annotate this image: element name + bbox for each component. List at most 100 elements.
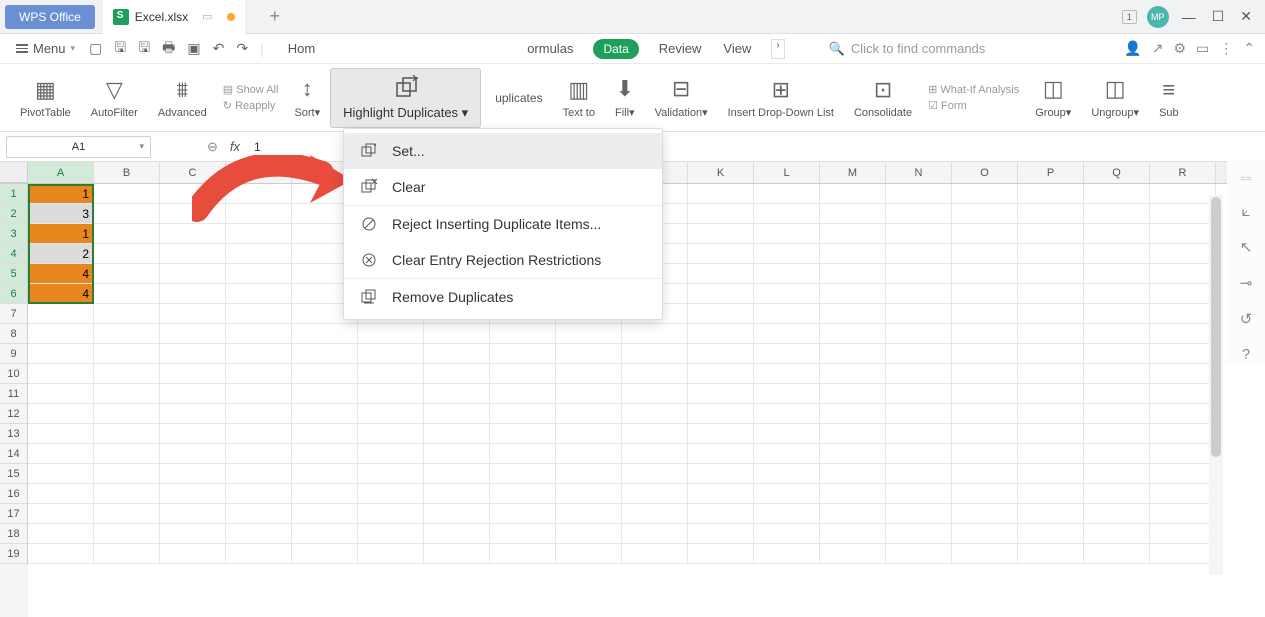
cell[interactable] bbox=[424, 444, 490, 464]
cell[interactable] bbox=[1150, 364, 1216, 384]
save-icon[interactable]: 🖫 bbox=[110, 37, 130, 61]
cell[interactable] bbox=[1084, 444, 1150, 464]
cell[interactable] bbox=[94, 484, 160, 504]
cell[interactable] bbox=[28, 304, 94, 324]
cell[interactable] bbox=[556, 364, 622, 384]
form-button[interactable]: ☑ Form bbox=[928, 99, 1019, 112]
column-header[interactable]: P bbox=[1018, 162, 1084, 183]
cell[interactable] bbox=[622, 544, 688, 564]
cell[interactable] bbox=[160, 364, 226, 384]
cell[interactable] bbox=[226, 264, 292, 284]
row-header[interactable]: 7 bbox=[0, 304, 28, 324]
cell[interactable] bbox=[1150, 424, 1216, 444]
cell[interactable] bbox=[688, 524, 754, 544]
function-icon[interactable]: fx bbox=[224, 139, 246, 154]
cell[interactable] bbox=[754, 264, 820, 284]
cell[interactable] bbox=[226, 524, 292, 544]
row-header[interactable]: 15 bbox=[0, 464, 28, 484]
cell[interactable] bbox=[160, 544, 226, 564]
cell[interactable] bbox=[754, 484, 820, 504]
cell[interactable] bbox=[1084, 404, 1150, 424]
cell[interactable] bbox=[622, 384, 688, 404]
menu-clear[interactable]: Clear bbox=[344, 169, 662, 205]
cell[interactable] bbox=[292, 544, 358, 564]
cell[interactable] bbox=[952, 224, 1018, 244]
save-as-icon[interactable]: 🖫 bbox=[134, 37, 154, 61]
cell[interactable]: 4 bbox=[28, 264, 94, 284]
cell[interactable] bbox=[754, 384, 820, 404]
cell[interactable] bbox=[160, 224, 226, 244]
cell[interactable] bbox=[1150, 324, 1216, 344]
cell[interactable] bbox=[1150, 484, 1216, 504]
row-header[interactable]: 18 bbox=[0, 524, 28, 544]
cell[interactable] bbox=[226, 324, 292, 344]
cell[interactable] bbox=[358, 504, 424, 524]
cell[interactable] bbox=[358, 524, 424, 544]
cell[interactable] bbox=[424, 424, 490, 444]
ungroup-button[interactable]: ◫Ungroup▾ bbox=[1081, 68, 1149, 128]
cell[interactable] bbox=[1018, 304, 1084, 324]
undo-icon[interactable]: ↶ bbox=[209, 40, 229, 57]
cell[interactable] bbox=[94, 384, 160, 404]
cell[interactable] bbox=[1018, 184, 1084, 204]
row-header[interactable]: 17 bbox=[0, 504, 28, 524]
cell[interactable] bbox=[688, 224, 754, 244]
cell[interactable] bbox=[886, 304, 952, 324]
row-header[interactable]: 9 bbox=[0, 344, 28, 364]
cell[interactable] bbox=[292, 404, 358, 424]
cell[interactable] bbox=[160, 384, 226, 404]
row-header[interactable]: 13 bbox=[0, 424, 28, 444]
cell[interactable] bbox=[94, 324, 160, 344]
cell[interactable] bbox=[28, 524, 94, 544]
select-tool-icon[interactable]: ⟀ bbox=[1242, 203, 1251, 220]
cell[interactable] bbox=[28, 384, 94, 404]
cell[interactable] bbox=[556, 504, 622, 524]
cell[interactable] bbox=[556, 384, 622, 404]
group-button[interactable]: ◫Group▾ bbox=[1025, 68, 1081, 128]
window-icon[interactable]: ▭ bbox=[1196, 40, 1209, 57]
menu-remove[interactable]: Remove Duplicates bbox=[344, 278, 662, 315]
command-search[interactable]: 🔍 Click to find commands bbox=[829, 41, 986, 57]
redo-icon[interactable]: ↷ bbox=[232, 40, 252, 57]
cell[interactable] bbox=[952, 184, 1018, 204]
cell[interactable] bbox=[94, 184, 160, 204]
highlight-duplicates-button[interactable]: Highlight Duplicates ▾ bbox=[330, 68, 481, 128]
cell[interactable] bbox=[424, 324, 490, 344]
cell[interactable]: 2 bbox=[28, 244, 94, 264]
autofilter-button[interactable]: ▽AutoFilter bbox=[81, 68, 148, 128]
cell[interactable] bbox=[358, 424, 424, 444]
cell[interactable] bbox=[952, 484, 1018, 504]
cell[interactable] bbox=[556, 344, 622, 364]
cell[interactable] bbox=[688, 364, 754, 384]
cell[interactable] bbox=[358, 404, 424, 424]
row-header[interactable]: 16 bbox=[0, 484, 28, 504]
cell[interactable] bbox=[28, 504, 94, 524]
row-header[interactable]: 11 bbox=[0, 384, 28, 404]
cell[interactable] bbox=[424, 484, 490, 504]
cell[interactable] bbox=[490, 324, 556, 344]
cell[interactable] bbox=[952, 204, 1018, 224]
cell[interactable] bbox=[490, 504, 556, 524]
show-all-button[interactable]: ▤ Show All bbox=[223, 83, 279, 96]
cell[interactable] bbox=[820, 264, 886, 284]
cell[interactable] bbox=[754, 524, 820, 544]
history-icon[interactable]: ↺ bbox=[1240, 310, 1253, 328]
more-icon[interactable]: ⋮ bbox=[1219, 40, 1233, 57]
cell[interactable] bbox=[28, 324, 94, 344]
pivottable-button[interactable]: ▦PivotTable bbox=[10, 68, 81, 128]
row-header[interactable]: 6 bbox=[0, 284, 28, 304]
cell[interactable] bbox=[28, 424, 94, 444]
help-icon[interactable]: ? bbox=[1242, 346, 1250, 363]
cell[interactable] bbox=[226, 184, 292, 204]
tab-review[interactable]: Review bbox=[657, 39, 704, 59]
cell[interactable] bbox=[1018, 244, 1084, 264]
cell[interactable] bbox=[556, 464, 622, 484]
cell[interactable] bbox=[28, 404, 94, 424]
cell[interactable] bbox=[358, 544, 424, 564]
cell[interactable] bbox=[292, 324, 358, 344]
cell[interactable] bbox=[1084, 424, 1150, 444]
cell[interactable] bbox=[820, 504, 886, 524]
cell[interactable] bbox=[226, 284, 292, 304]
cell[interactable] bbox=[292, 484, 358, 504]
cell[interactable] bbox=[1084, 364, 1150, 384]
